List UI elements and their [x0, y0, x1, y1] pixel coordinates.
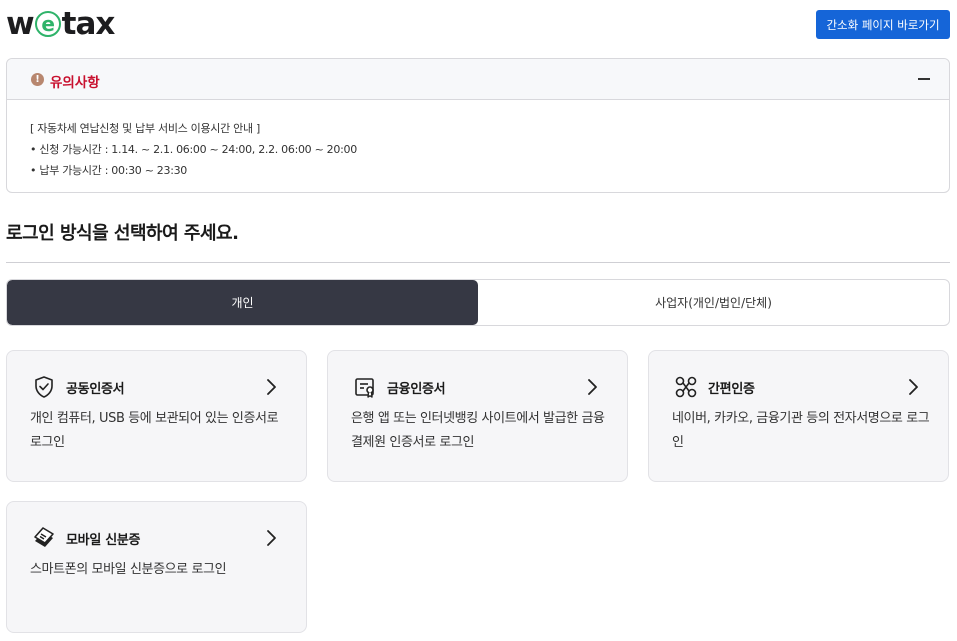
card-title: 모바일 신분증 — [66, 533, 141, 548]
chevron-right-icon — [267, 530, 276, 546]
chevron-right-icon — [588, 379, 597, 395]
exclamation-icon: ! — [31, 73, 44, 86]
logo-e-mark: e — [34, 11, 61, 37]
user-type-tabs: 개인 사업자(개인/법인/단체) — [6, 279, 950, 326]
divider — [6, 262, 950, 263]
card-description: 스마트폰의 모바일 신분증으로 로그인 — [30, 562, 227, 577]
shield-check-icon — [35, 376, 53, 398]
tab-business[interactable]: 사업자(개인/법인/단체) — [478, 280, 949, 325]
card-title: 공동인증서 — [66, 382, 125, 397]
logo-text-w: w — [6, 6, 35, 42]
card-title: 간편인증 — [708, 382, 755, 397]
tab-individual[interactable]: 개인 — [7, 280, 478, 325]
card-description: 네이버, 카카오, 금융기관 등의 전자서명으로 로그인 — [672, 411, 930, 450]
header: w e tax 간소화 페이지 바로가기 — [0, 0, 957, 50]
notice-body: [ 자동차세 연납신청 및 납부 서비스 이용시간 안내 ] • 신청 가능시간… — [7, 100, 949, 181]
notice-line: • 납부 가능시간 : 00:30 ~ 23:30 — [30, 164, 188, 177]
card-description: 은행 앱 또는 인터넷뱅킹 사이트에서 발급한 금융결제원 인증서로 로그인 — [351, 411, 605, 450]
certificate-icon — [355, 378, 374, 398]
wetax-logo[interactable]: w e tax — [6, 6, 116, 42]
chevron-right-icon — [267, 379, 276, 395]
minus-icon — [918, 78, 930, 80]
card-mobile-id[interactable]: 모바일 신분증 스마트폰의 모바일 신분증으로 로그인 — [6, 501, 307, 633]
card-description: 개인 컴퓨터, USB 등에 보관되어 있는 인증서로 로그인 — [30, 411, 279, 450]
page-title: 로그인 방식을 선택하여 주세요. — [6, 223, 239, 244]
link-nodes-icon — [675, 376, 697, 398]
card-simple-auth[interactable]: 간편인증 네이버, 카카오, 금융기관 등의 전자서명으로 로그인 — [648, 350, 949, 482]
collapse-button[interactable] — [915, 69, 933, 89]
mobile-id-icon — [34, 527, 54, 547]
card-financial-certificate[interactable]: 금융인증서 은행 앱 또는 인터넷뱅킹 사이트에서 발급한 금융결제원 인증서로… — [327, 350, 628, 482]
notice-panel: ! 유의사항 [ 자동차세 연납신청 및 납부 서비스 이용시간 안내 ] • … — [6, 58, 950, 193]
notice-header: ! 유의사항 — [7, 59, 949, 100]
card-joint-certificate[interactable]: 공동인증서 개인 컴퓨터, USB 등에 보관되어 있는 인증서로 로그인 — [6, 350, 307, 482]
chevron-right-icon — [909, 379, 918, 395]
notice-line: • 신청 가능시간 : 1.14. ~ 2.1. 06:00 ~ 24:00, … — [30, 143, 357, 156]
notice-line: [ 자동차세 연납신청 및 납부 서비스 이용시간 안내 ] — [30, 122, 260, 135]
card-title: 금융인증서 — [387, 382, 446, 397]
notice-title: 유의사항 — [50, 75, 100, 91]
logo-text-tax: tax — [61, 6, 116, 42]
simple-page-button[interactable]: 간소화 페이지 바로가기 — [816, 10, 950, 39]
